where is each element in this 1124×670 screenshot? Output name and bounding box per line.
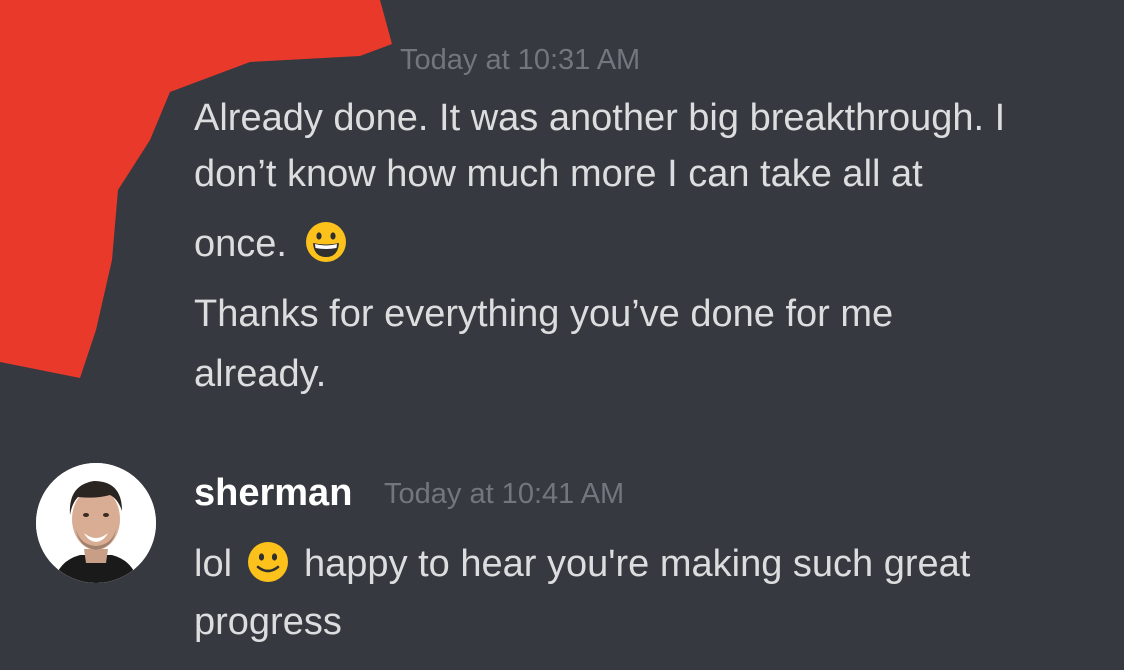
avatar[interactable] — [36, 463, 156, 583]
grinning-face-icon[interactable] — [304, 220, 348, 264]
username[interactable]: sherman — [194, 472, 352, 515]
message-text: once. — [194, 223, 287, 265]
message-text-line: lol happy to hear you're making such gre… — [194, 540, 970, 586]
message-text-line: Thanks for everything you’ve done for me — [194, 293, 894, 335]
message-group-1: Today at 10:31 AM Already done. It was a… — [0, 0, 1124, 420]
message-text-line: don’t know how much more I can take all … — [194, 153, 923, 195]
message-timestamp: Today at 10:41 AM — [384, 478, 625, 510]
message-text-line: progress — [194, 601, 342, 643]
message-text-line: already. — [194, 353, 327, 395]
avatar-photo — [36, 463, 156, 583]
message-timestamp: Today at 10:31 AM — [400, 44, 641, 76]
message-text-line: once. — [194, 220, 348, 266]
message-text: lol — [194, 543, 233, 585]
message-text: happy to hear you're making such great — [304, 543, 971, 585]
slightly-smiling-face-icon[interactable] — [246, 540, 290, 584]
message-text-line: Already done. It was another big breakth… — [194, 97, 1006, 139]
